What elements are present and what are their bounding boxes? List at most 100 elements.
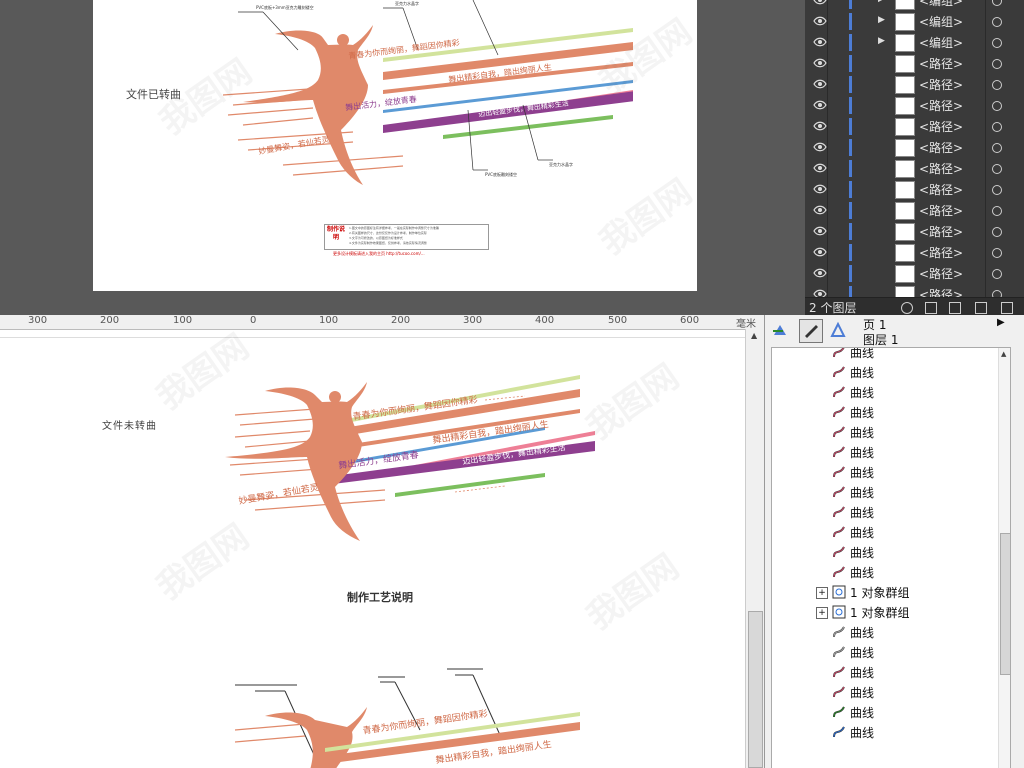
- target-circle-icon[interactable]: [992, 59, 1002, 69]
- curve-row[interactable]: 曲线: [772, 362, 1010, 382]
- layer-name[interactable]: <编组>: [919, 0, 963, 9]
- layer-name[interactable]: <路径>: [919, 223, 963, 240]
- layer-row[interactable]: <路径>: [805, 200, 1024, 222]
- layer-name[interactable]: <路径>: [919, 97, 963, 114]
- new-layer-icon[interactable]: [975, 302, 987, 314]
- note-link[interactable]: 更多设计模板请进入我的主页 http://tucoo.com/...: [333, 251, 425, 257]
- visibility-eye-icon[interactable]: [813, 37, 827, 47]
- visibility-eye-icon[interactable]: [813, 226, 827, 236]
- layer-row[interactable]: <路径>: [805, 158, 1024, 180]
- target-circle-icon[interactable]: [992, 206, 1002, 216]
- visibility-eye-icon[interactable]: [813, 247, 827, 257]
- layer-row[interactable]: <路径>: [805, 74, 1024, 96]
- curve-row[interactable]: 曲线: [772, 682, 1010, 702]
- layer-row[interactable]: ▶ <编组>: [805, 11, 1024, 33]
- edit-across-layers-icon[interactable]: [799, 319, 823, 343]
- layer-row[interactable]: <路径>: [805, 137, 1024, 159]
- object-tree[interactable]: 曲线 曲线 曲线 曲线 曲线 曲线 曲线 曲线 曲线 曲线 曲线 曲线 +1 对象群组 +1 对象群组 曲线…: [771, 347, 1011, 768]
- visibility-eye-icon[interactable]: [813, 205, 827, 215]
- show-properties-icon[interactable]: [771, 321, 789, 339]
- layer-name[interactable]: <路径>: [919, 118, 963, 135]
- artboard[interactable]: 文件已转曲 青春为你而绚丽，舞蹈因你精彩 舞出精彩自我，踏出绚丽人生 舞出活力，…: [93, 0, 697, 291]
- visibility-eye-icon[interactable]: [813, 0, 827, 5]
- visibility-eye-icon[interactable]: [813, 142, 827, 152]
- trash-icon[interactable]: [1001, 302, 1013, 314]
- layer-name[interactable]: <路径>: [919, 76, 963, 93]
- layer-row[interactable]: <路径>: [805, 95, 1024, 117]
- layer-row[interactable]: <路径>: [805, 179, 1024, 201]
- expand-arrow-icon[interactable]: ▶: [878, 0, 885, 4]
- layer-name[interactable]: <路径>: [919, 55, 963, 72]
- coreldraw-canvas[interactable]: 300 200 100 0 100 200 300 400 500 600 毫米…: [0, 315, 764, 768]
- curve-row[interactable]: 曲线: [772, 442, 1010, 462]
- illustrator-canvas[interactable]: 文件已转曲 青春为你而绚丽，舞蹈因你精彩 舞出精彩自我，踏出绚丽人生 舞出活力，…: [0, 0, 805, 315]
- target-circle-icon[interactable]: [992, 38, 1002, 48]
- target-circle-icon[interactable]: [992, 80, 1002, 90]
- curve-row[interactable]: 曲线: [772, 482, 1010, 502]
- layer-name[interactable]: <路径>: [919, 181, 963, 198]
- locate-object-icon[interactable]: [901, 302, 913, 314]
- curve-row[interactable]: 曲线: [772, 722, 1010, 742]
- object-group-row[interactable]: +1 对象群组: [772, 602, 1010, 622]
- layer-name[interactable]: <路径>: [919, 244, 963, 261]
- visibility-eye-icon[interactable]: [813, 184, 827, 194]
- target-circle-icon[interactable]: [992, 17, 1002, 27]
- curve-row[interactable]: 曲线: [772, 382, 1010, 402]
- layer-label[interactable]: 图层 1: [863, 331, 898, 348]
- new-sublayer-icon[interactable]: [949, 302, 961, 314]
- object-group-row[interactable]: +1 对象群组: [772, 582, 1010, 602]
- target-circle-icon[interactable]: [992, 164, 1002, 174]
- layer-row[interactable]: ▶ <编组>: [805, 32, 1024, 54]
- curve-row[interactable]: 曲线: [772, 542, 1010, 562]
- target-circle-icon[interactable]: [992, 143, 1002, 153]
- layer-name[interactable]: <路径>: [919, 139, 963, 156]
- curve-row[interactable]: 曲线: [772, 502, 1010, 522]
- curve-row[interactable]: 曲线: [772, 522, 1010, 542]
- curve-row[interactable]: 曲线: [772, 402, 1010, 422]
- flyout-arrow-icon[interactable]: ▶: [997, 317, 1005, 328]
- curve-row[interactable]: 曲线: [772, 662, 1010, 682]
- target-circle-icon[interactable]: [992, 227, 1002, 237]
- curve-row[interactable]: 曲线: [772, 562, 1010, 582]
- expand-plus-icon[interactable]: +: [816, 587, 828, 599]
- curve-row[interactable]: 曲线: [772, 702, 1010, 722]
- target-circle-icon[interactable]: [992, 269, 1002, 279]
- scroll-thumb[interactable]: [748, 611, 763, 768]
- layer-name[interactable]: <编组>: [919, 34, 963, 51]
- visibility-eye-icon[interactable]: [813, 121, 827, 131]
- curve-row[interactable]: 曲线: [772, 348, 1010, 362]
- layer-row[interactable]: <路径>: [805, 53, 1024, 75]
- expand-arrow-icon[interactable]: ▶: [878, 36, 885, 46]
- layer-name[interactable]: <路径>: [919, 265, 963, 282]
- layer-name[interactable]: <路径>: [919, 160, 963, 177]
- layer-row[interactable]: <路径>: [805, 242, 1024, 264]
- layer-row[interactable]: <路径>: [805, 263, 1024, 285]
- visibility-eye-icon[interactable]: [813, 58, 827, 68]
- expand-plus-icon[interactable]: +: [816, 607, 828, 619]
- visibility-eye-icon[interactable]: [813, 16, 827, 26]
- target-circle-icon[interactable]: [992, 122, 1002, 132]
- visibility-eye-icon[interactable]: [813, 268, 827, 278]
- visibility-eye-icon[interactable]: [813, 79, 827, 89]
- layer-name[interactable]: <编组>: [919, 13, 963, 30]
- target-circle-icon[interactable]: [992, 101, 1002, 111]
- curve-row[interactable]: 曲线: [772, 422, 1010, 442]
- visibility-eye-icon[interactable]: [813, 163, 827, 173]
- layer-row[interactable]: <路径>: [805, 221, 1024, 243]
- target-circle-icon[interactable]: [992, 185, 1002, 195]
- curve-row[interactable]: 曲线: [772, 642, 1010, 662]
- object-tree-scrollbar[interactable]: ▲: [998, 348, 1010, 768]
- visibility-eye-icon[interactable]: [813, 100, 827, 110]
- target-circle-icon[interactable]: [992, 248, 1002, 258]
- expand-arrow-icon[interactable]: ▶: [878, 15, 885, 25]
- horizontal-ruler[interactable]: 300 200 100 0 100 200 300 400 500 600 毫米: [0, 315, 764, 330]
- make-clipping-mask-icon[interactable]: [925, 302, 937, 314]
- vertical-scrollbar[interactable]: ▲: [745, 329, 764, 768]
- curve-row[interactable]: 曲线: [772, 462, 1010, 482]
- object-tree-scroll-thumb[interactable]: [1000, 533, 1010, 675]
- curve-row[interactable]: 曲线: [772, 622, 1010, 642]
- scroll-up-icon[interactable]: ▲: [751, 331, 757, 340]
- layer-name[interactable]: <路径>: [919, 202, 963, 219]
- layer-manager-view-icon[interactable]: [829, 321, 847, 339]
- layer-row[interactable]: <路径>: [805, 116, 1024, 138]
